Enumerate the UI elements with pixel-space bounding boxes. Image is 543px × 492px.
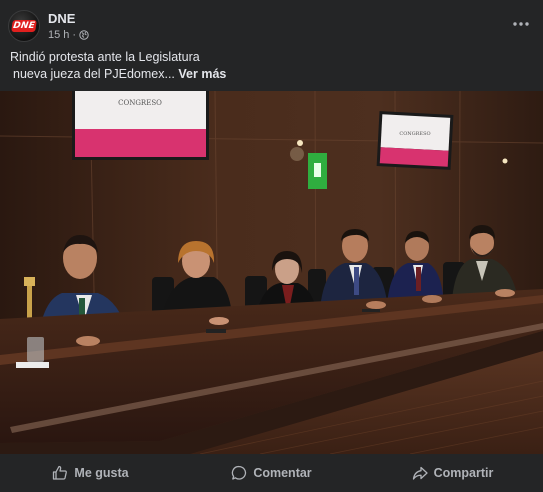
post-actions: Me gusta Comentar Compartir — [0, 454, 543, 492]
exit-sign — [308, 153, 327, 189]
share-arrow-icon — [412, 466, 428, 480]
see-more-link[interactable]: Ver más — [178, 67, 226, 81]
share-label: Compartir — [433, 466, 494, 480]
share-button[interactable]: Compartir — [362, 454, 543, 492]
post-card: DNE DNE 15 h · Rindió protesta ante la L… — [0, 0, 543, 492]
page-name[interactable]: DNE — [48, 11, 75, 26]
comment-button[interactable]: Comentar — [181, 454, 362, 492]
screen-right-title: CONGRESO — [399, 131, 430, 137]
caption-line-1: Rindió protesta ante la Legislatura — [10, 50, 200, 64]
more-options-button[interactable] — [509, 12, 533, 36]
timestamp[interactable]: 15 h — [48, 29, 69, 41]
post-caption: Rindió protesta ante la Legislatura nuev… — [10, 49, 530, 83]
screen-left: CONGRESO — [72, 91, 209, 160]
screen-left-title: CONGRESO — [118, 99, 162, 107]
more-horizontal-icon — [513, 22, 529, 26]
post-header: DNE DNE 15 h · — [8, 8, 535, 44]
like-button[interactable]: Me gusta — [0, 454, 181, 492]
caption-line-2: nueva jueza del PJEdomex... — [13, 67, 175, 81]
screen-right: CONGRESO — [376, 111, 454, 170]
like-label: Me gusta — [74, 466, 129, 480]
comment-bubble-icon — [232, 465, 247, 480]
comment-label: Comentar — [253, 466, 312, 480]
post-photo[interactable]: CONGRESO CONGRESO — [0, 91, 543, 454]
post-meta: 15 h · — [48, 29, 89, 41]
meta-separator: · — [72, 29, 77, 41]
dne-logo: DNE — [11, 20, 37, 32]
globe-icon — [79, 30, 89, 40]
thumbs-up-icon — [53, 465, 68, 480]
caption-line-2-wrap: nueva jueza del PJEdomex... Ver más — [10, 66, 530, 83]
avatar[interactable]: DNE — [8, 10, 40, 42]
